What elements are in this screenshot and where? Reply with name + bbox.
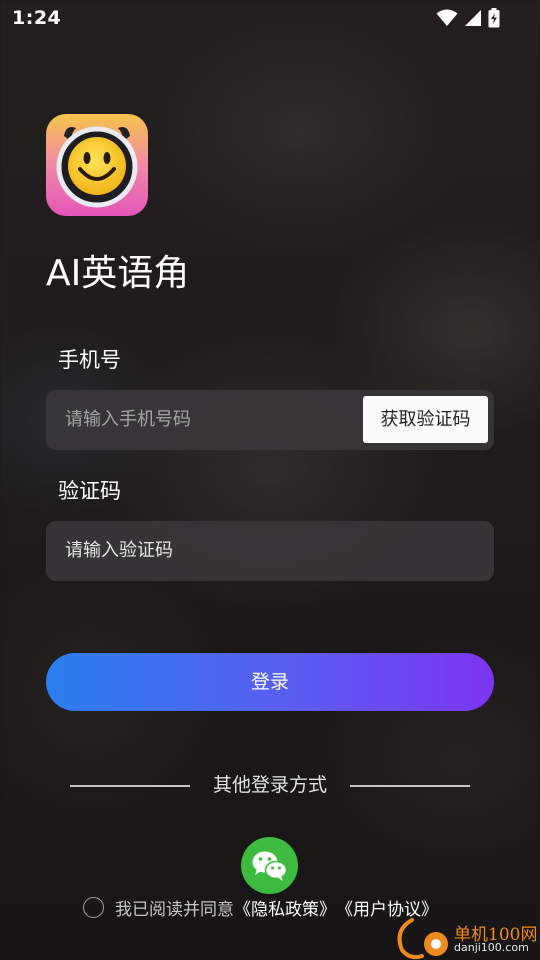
battery-charging-icon xyxy=(488,8,500,32)
divider-right xyxy=(350,785,470,787)
privacy-policy-link[interactable]: 《隐私政策》 xyxy=(234,895,336,920)
wechat-login-button[interactable] xyxy=(241,837,298,894)
watermark-url: danji100.com xyxy=(454,941,529,954)
code-label: 验证码 xyxy=(58,479,121,503)
app-title: AI英语角 xyxy=(46,253,190,294)
phone-input[interactable]: 请输入手机号码 获取验证码 xyxy=(46,390,494,450)
app-logo xyxy=(46,114,148,216)
login-button[interactable]: 登录 xyxy=(46,653,494,711)
agreement-row: 我已阅读并同意 《隐私政策》 《用户协议》 xyxy=(83,894,438,920)
status-icons xyxy=(436,8,500,32)
status-time: 1:24 xyxy=(12,7,62,29)
code-input-placeholder: 请输入验证码 xyxy=(65,540,173,561)
login-screen: 1:24 AI英语角 手机号 请输入手机号码 获取验证码 验证码 请输入验证码 … xyxy=(0,0,540,960)
status-bar: 1:24 xyxy=(0,0,540,36)
get-code-button[interactable]: 获取验证码 xyxy=(363,396,488,443)
wifi-icon xyxy=(436,9,458,31)
site-watermark: 单机100网 danji100.com xyxy=(392,916,540,960)
agreement-text: 我已阅读并同意 xyxy=(115,899,234,920)
phone-input-placeholder: 请输入手机号码 xyxy=(65,409,191,430)
code-input[interactable]: 请输入验证码 xyxy=(46,521,494,581)
phone-label: 手机号 xyxy=(58,348,121,372)
agreement-checkbox[interactable] xyxy=(83,896,104,918)
signal-icon xyxy=(464,9,482,31)
